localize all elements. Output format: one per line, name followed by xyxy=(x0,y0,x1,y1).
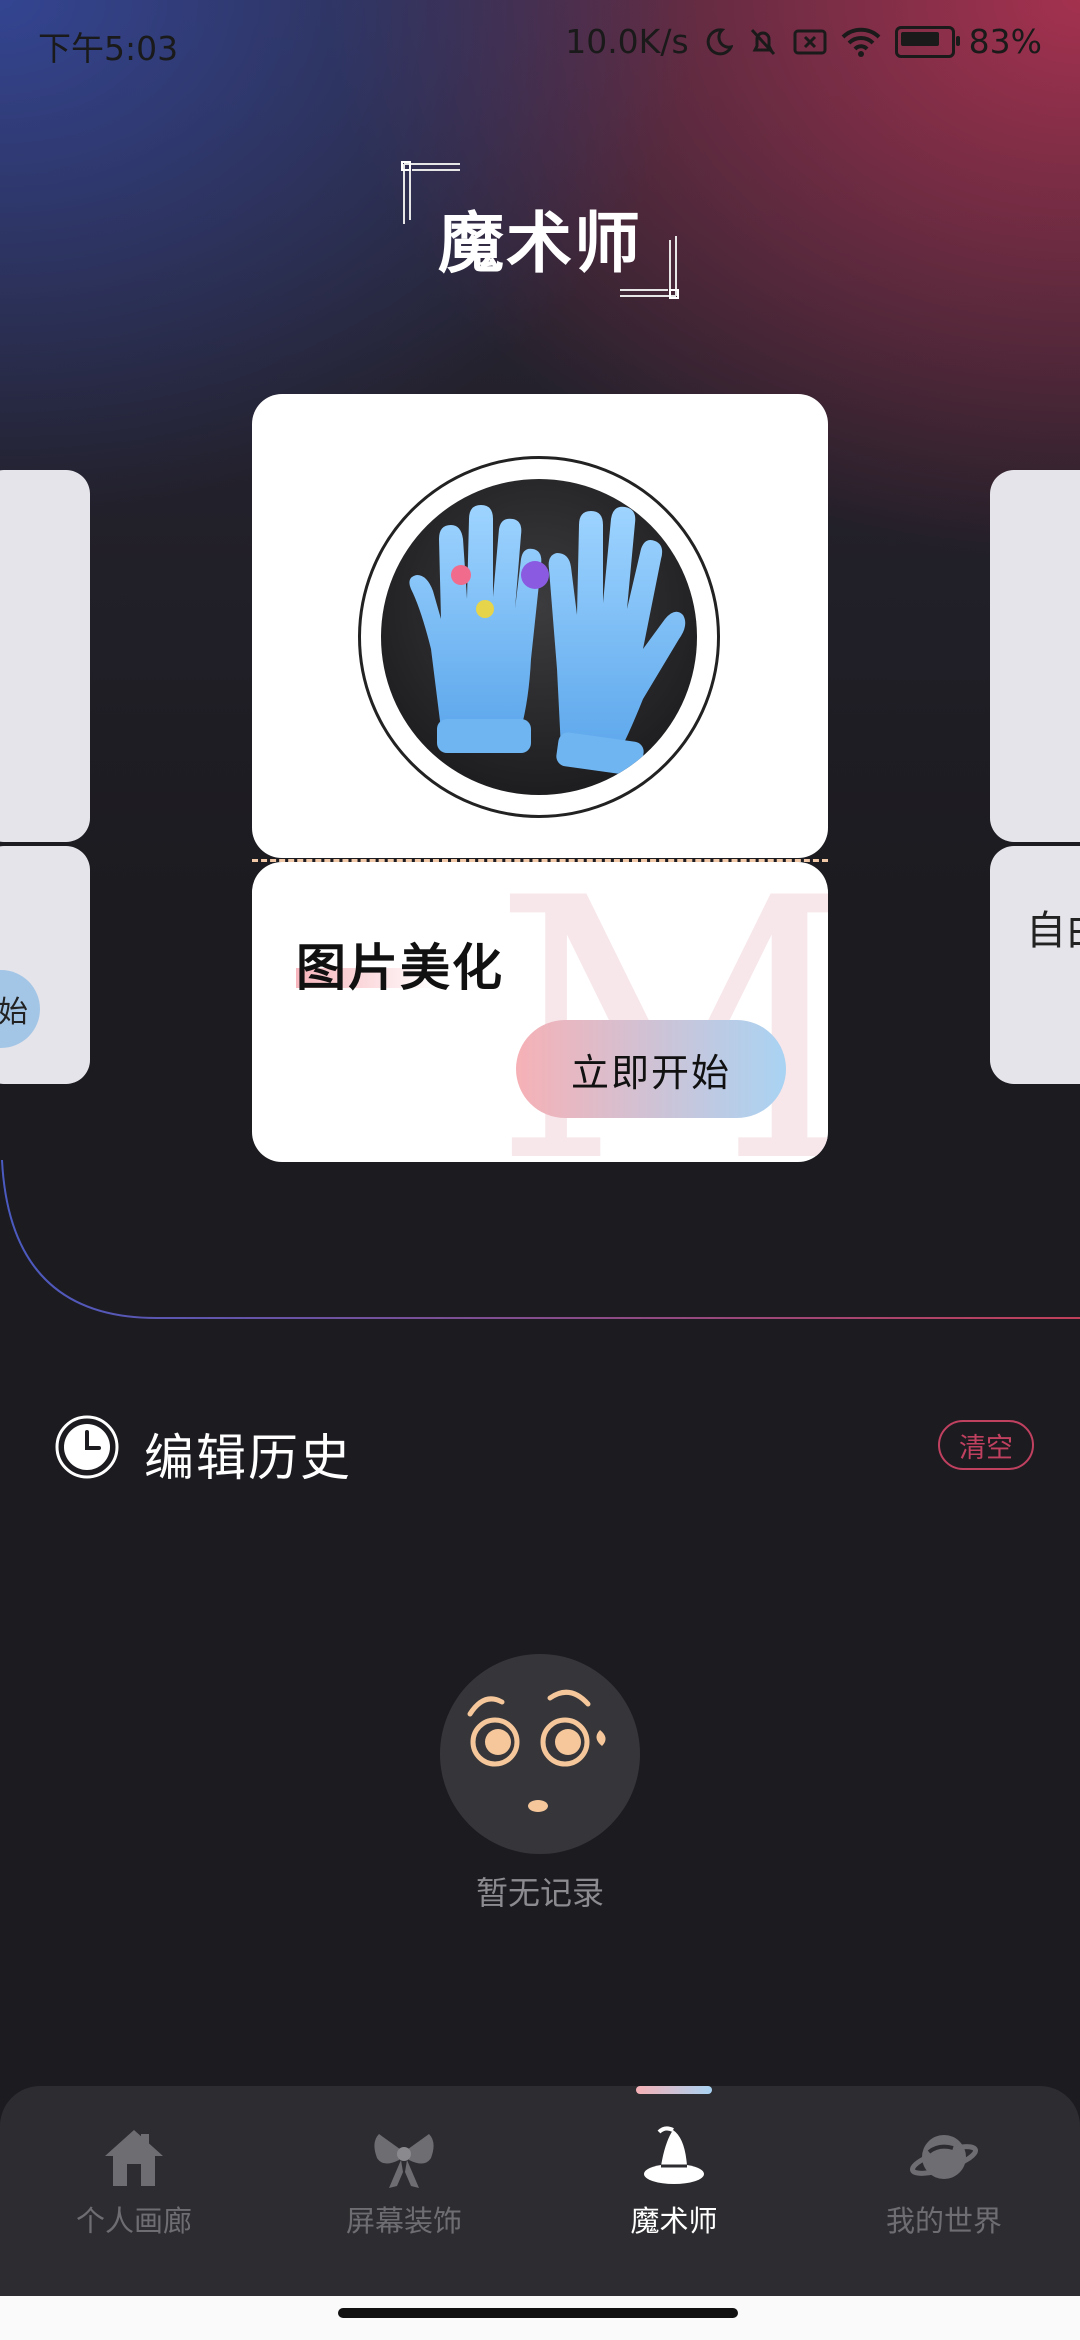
bow-icon xyxy=(374,2134,434,2188)
network-speed: 10.0K/s xyxy=(565,22,689,61)
battery-icon xyxy=(894,25,960,58)
start-now-label: 立即开始 xyxy=(570,1050,731,1095)
decorative-arc xyxy=(1,1159,1080,1320)
home-indicator[interactable] xyxy=(338,2308,738,2318)
empty-state-face-icon xyxy=(440,1654,640,1854)
wifi-icon xyxy=(841,27,881,57)
nav-label-decoration: 屏幕装饰 xyxy=(345,2204,462,2238)
house-icon xyxy=(105,2130,163,2186)
feature-image-frame xyxy=(358,456,720,818)
right-peek-card-bottom[interactable]: 自由 xyxy=(990,846,1080,1084)
feature-card-image[interactable] xyxy=(252,394,828,858)
title-corner-ornament-icon xyxy=(620,236,679,299)
left-peek-card-bottom[interactable]: 始 xyxy=(0,846,90,1084)
moon-icon xyxy=(706,27,733,55)
sim-x-icon xyxy=(793,29,827,54)
status-icons: 10.0K/s 83% xyxy=(565,22,1042,61)
nav-label-magician: 魔术师 xyxy=(630,2204,718,2238)
battery-percent: 83% xyxy=(968,22,1042,61)
empty-state-text: 暂无记录 xyxy=(475,1874,604,1912)
bell-off-icon xyxy=(750,28,775,55)
left-peek-start-button[interactable]: 始 xyxy=(0,970,40,1048)
edit-history-title: 编辑历史 xyxy=(144,1429,352,1487)
nav-item-my-world[interactable]: 我的世界 xyxy=(844,2122,1044,2240)
planet-icon xyxy=(909,2135,979,2179)
wizard-hat-icon xyxy=(644,2126,704,2184)
clock-icon xyxy=(55,1415,119,1479)
right-peek-card-name: 自由 xyxy=(1026,908,1080,954)
active-tab-indicator xyxy=(636,2086,712,2094)
feature-card-title: 图片美化 xyxy=(296,939,504,997)
blue-gloves-image xyxy=(381,479,697,795)
nav-label-my-world: 我的世界 xyxy=(885,2204,1002,2238)
left-peek-start-label: 始 xyxy=(0,995,28,1030)
nav-label-gallery: 个人画廊 xyxy=(75,2204,192,2238)
bottom-nav: 个人画廊 屏幕装饰 魔术师 我的世界 xyxy=(0,2086,1080,2296)
page-header: 魔术师 xyxy=(400,160,680,300)
clear-history-label: 清空 xyxy=(959,1432,1013,1464)
system-gesture-area xyxy=(0,2296,1080,2340)
nav-item-decoration[interactable]: 屏幕装饰 xyxy=(304,2122,504,2240)
gloves-icon xyxy=(409,505,686,776)
right-peek-card-top[interactable] xyxy=(990,470,1080,842)
status-time: 下午5:03 xyxy=(38,29,179,68)
clear-history-button[interactable]: 清空 xyxy=(938,1420,1034,1470)
left-peek-card-top[interactable] xyxy=(0,470,90,842)
status-bar: 下午5:03 10.0K/s 83% xyxy=(38,22,1042,70)
nav-item-magician[interactable]: 魔术师 xyxy=(574,2122,774,2240)
nav-item-gallery[interactable]: 个人画廊 xyxy=(34,2122,234,2240)
edit-history-header: 编辑历史 清空 xyxy=(54,1412,1034,1487)
